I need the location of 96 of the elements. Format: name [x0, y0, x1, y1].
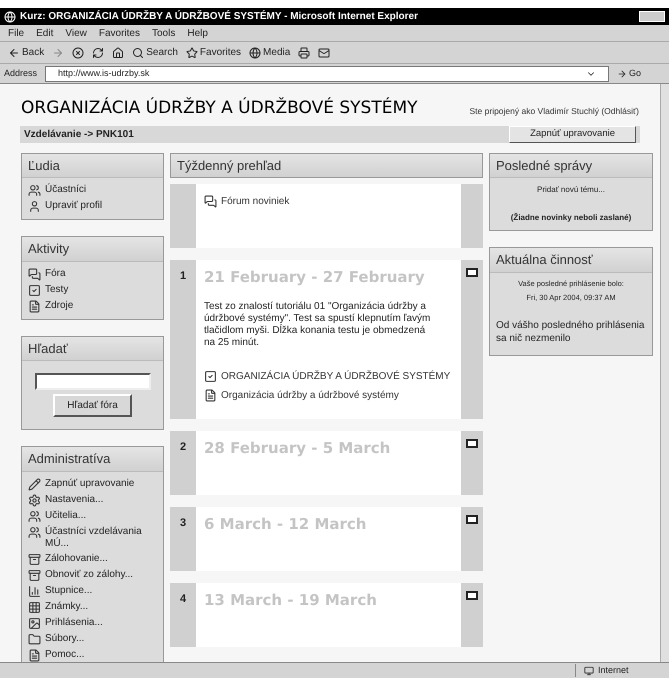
- block-link[interactable]: Upraviť profil: [45, 200, 102, 212]
- block-link[interactable]: Nastavenia...: [45, 494, 104, 506]
- address-field[interactable]: http://www.is-udrzby.sk: [45, 66, 609, 82]
- block-link[interactable]: Stupnice...: [45, 584, 92, 596]
- refresh-icon[interactable]: [92, 46, 104, 58]
- activity-link[interactable]: Organizácia údržby a údržbové systémy: [221, 388, 399, 402]
- block-header: Ľudia: [22, 154, 163, 178]
- block-link[interactable]: Fóra: [45, 268, 66, 280]
- section-number: 4: [180, 592, 186, 606]
- section-side-column: [170, 184, 196, 248]
- block-link[interactable]: Účastníci vzdelávania MÚ...: [45, 526, 157, 550]
- block-link[interactable]: Zapnúť upravovanie: [45, 478, 134, 490]
- archive-icon: [28, 552, 41, 566]
- browser-icon: [4, 10, 16, 22]
- bar-chart-icon: [28, 584, 41, 598]
- block-header: Administratíva: [22, 447, 163, 472]
- section-number: 2: [180, 440, 186, 454]
- grid-icon: [28, 600, 41, 614]
- favorites-button[interactable]: Favorites: [186, 45, 242, 60]
- search-button[interactable]: Search: [132, 45, 178, 60]
- folder-icon: [28, 632, 41, 646]
- block-link[interactable]: Účastníci: [45, 184, 86, 196]
- block-header: Hľadať: [22, 336, 163, 361]
- show-week-toggle[interactable]: [466, 268, 478, 277]
- menu-item[interactable]: Tools: [152, 26, 176, 40]
- menu-item[interactable]: File: [8, 26, 24, 40]
- block-link[interactable]: Prihlásenia...: [45, 616, 103, 628]
- block-link[interactable]: Obnoviť zo zálohy...: [45, 568, 134, 580]
- block-header: Posledné správy: [490, 154, 652, 178]
- search-field[interactable]: [34, 373, 150, 390]
- activity-link[interactable]: ORGANIZÁCIA ÚDRŽBY A ÚDRŽBOVÉ SYSTÉMY: [221, 368, 450, 384]
- user-icon: [28, 200, 41, 213]
- document-icon: [28, 300, 41, 312]
- section-number: 3: [180, 516, 186, 530]
- show-week-toggle[interactable]: [466, 438, 478, 448]
- address-label: Address: [4, 66, 38, 80]
- document-icon: [204, 388, 217, 402]
- menu-item[interactable]: Help: [187, 26, 208, 40]
- address-url: http://www.is-udrzby.sk: [58, 66, 150, 80]
- section-title: 28 February - 5 March: [204, 438, 392, 458]
- mail-icon[interactable]: [318, 46, 330, 58]
- course-title: ORGANIZÁCIA ÚDRŽBY A ÚDRŽBOVÉ SYSTÉMY: [21, 96, 418, 120]
- document-icon: [28, 648, 41, 662]
- show-week-toggle[interactable]: [466, 514, 478, 524]
- section-side-column: [461, 184, 483, 248]
- section-title: 13 March - 19 March: [204, 590, 378, 610]
- breadcrumb[interactable]: Vzdelávanie -> PNK101: [24, 126, 134, 142]
- back-button[interactable]: Back: [8, 45, 44, 60]
- block-link[interactable]: Známky...: [45, 600, 88, 612]
- go-button[interactable]: Go: [616, 66, 665, 80]
- no-news-text: (Žiadne novinky neboli zaslané): [510, 212, 632, 224]
- archive-icon: [28, 568, 41, 582]
- people-icon: [28, 526, 41, 538]
- block-link[interactable]: Súbory...: [45, 632, 84, 644]
- block-header: Aktuálna činnosť: [490, 248, 652, 272]
- block-link[interactable]: Zálohovanie...: [45, 552, 108, 564]
- image-icon: [28, 616, 41, 630]
- block-header: Aktivity: [22, 237, 163, 262]
- internet-zone: Internet: [575, 664, 665, 678]
- block-link[interactable]: Testy: [45, 284, 68, 296]
- arrow-icon: [616, 68, 627, 78]
- login-info: Ste pripojený ako Vladimír Stuchlý (Odhlásiť): [470, 104, 639, 118]
- edit-mode-button[interactable]: Zapnúť upravovanie: [509, 126, 636, 142]
- print-icon[interactable]: [298, 46, 310, 58]
- add-topic-link[interactable]: Pridať novú tému...: [496, 184, 646, 196]
- window-title: Kurz: ORGANIZÁCIA ÚDRŽBY A ÚDRŽBOVÉ SYSTÉMY - Microsoft Internet Explorer: [20, 9, 419, 24]
- people-icon: [28, 510, 41, 522]
- show-week-toggle[interactable]: [466, 590, 478, 600]
- chat-icon: [28, 268, 41, 280]
- media-button[interactable]: Media: [249, 45, 290, 60]
- pencil-icon: [28, 478, 41, 490]
- activity-link[interactable]: Fórum noviniek: [221, 194, 290, 209]
- weekly-header: Týždenný prehľad: [170, 152, 483, 178]
- people-icon: [28, 184, 41, 197]
- block-link[interactable]: Učitelia...: [45, 510, 86, 522]
- scrollbar[interactable]: [660, 84, 669, 662]
- home-icon[interactable]: [112, 46, 124, 58]
- checkbox-icon: [204, 370, 217, 382]
- search-icon: [132, 46, 144, 58]
- section-title: 6 March - 12 March: [204, 514, 368, 534]
- search-forums-button[interactable]: Hľadať fóra: [53, 394, 132, 417]
- back-arrow-icon: [8, 46, 20, 58]
- menu-item[interactable]: Edit: [36, 26, 54, 40]
- checkbox-icon: [28, 284, 41, 296]
- settings-icon: [28, 494, 41, 506]
- block-link[interactable]: Zdroje: [45, 300, 74, 312]
- block-link[interactable]: Pomoc...: [45, 648, 84, 660]
- menu-item[interactable]: Favorites: [98, 26, 140, 40]
- section-summary: Test zo znalostí tutoriálu 01 "Organizácia údržby a údržbové systémy". Test sa spustí klepnutím ľavým tlačidlom myši. Dĺžka konania testu je obmedzená na 25 minút.: [204, 300, 432, 348]
- menu-item[interactable]: View: [65, 26, 87, 40]
- section-title: 21 February - 27 February: [204, 267, 426, 288]
- star-icon: [186, 46, 198, 58]
- section-number: 1: [180, 269, 186, 284]
- stop-icon[interactable]: [72, 46, 84, 58]
- chat-icon: [204, 195, 217, 208]
- activity-text: Od vášho posledného prihlásenia sa nič nezmenilo: [496, 318, 646, 344]
